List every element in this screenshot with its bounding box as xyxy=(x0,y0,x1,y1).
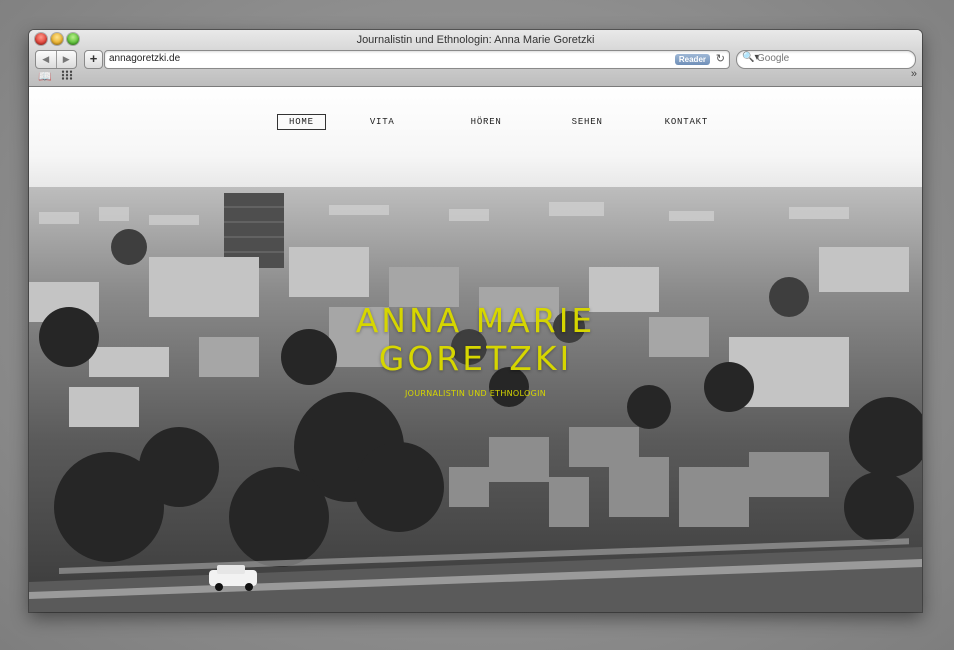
hero-title: ANNA MARIE GORETZKI xyxy=(29,302,922,378)
nav-item-kontakt[interactable]: KONTAKT xyxy=(653,114,720,130)
nav-item-vita[interactable]: VITA xyxy=(358,114,407,130)
browser-toolbar: Journalistin und Ethnologin: Anna Marie … xyxy=(29,30,922,87)
city-photo xyxy=(29,187,922,612)
hero-subtitle: JOURNALISTIN UND ETHNOLOGIN xyxy=(404,389,547,398)
url-text[interactable]: annagoretzki.de xyxy=(109,53,180,64)
address-bar[interactable]: annagoretzki.de Reader ↻ xyxy=(104,50,730,69)
browser-window: Journalistin und Ethnologin: Anna Marie … xyxy=(29,30,922,612)
add-bookmark-button[interactable]: + xyxy=(84,50,103,69)
search-field[interactable]: 🔍▾ xyxy=(736,50,916,69)
window-title: Journalistin und Ethnologin: Anna Marie … xyxy=(356,34,595,46)
back-button[interactable]: ◀ xyxy=(36,51,57,68)
reader-button[interactable]: Reader xyxy=(674,54,710,65)
nav-item-sehen[interactable]: SEHEN xyxy=(560,114,615,130)
overflow-chevron-icon[interactable]: » xyxy=(911,68,917,80)
web-page: HOME VITA HÖREN SEHEN KONTAKT ANNA MARIE… xyxy=(29,87,922,612)
main-nav: HOME VITA HÖREN SEHEN KONTAKT xyxy=(277,114,720,130)
hero-title-line1: ANNA MARIE xyxy=(355,301,596,340)
bookmarks-book-icon[interactable]: 📖 xyxy=(38,70,52,83)
hero-sky xyxy=(29,87,922,202)
history-buttons: ◀ ▶ xyxy=(35,50,77,69)
hero-title-line2: GORETZKI xyxy=(378,339,573,378)
reload-icon[interactable]: ↻ xyxy=(716,52,725,65)
search-input[interactable] xyxy=(757,53,907,64)
forward-button[interactable]: ▶ xyxy=(57,51,77,68)
top-sites-grid-icon[interactable] xyxy=(61,70,73,80)
nav-item-home[interactable]: HOME xyxy=(277,114,326,130)
nav-item-hoeren[interactable]: HÖREN xyxy=(459,114,514,130)
